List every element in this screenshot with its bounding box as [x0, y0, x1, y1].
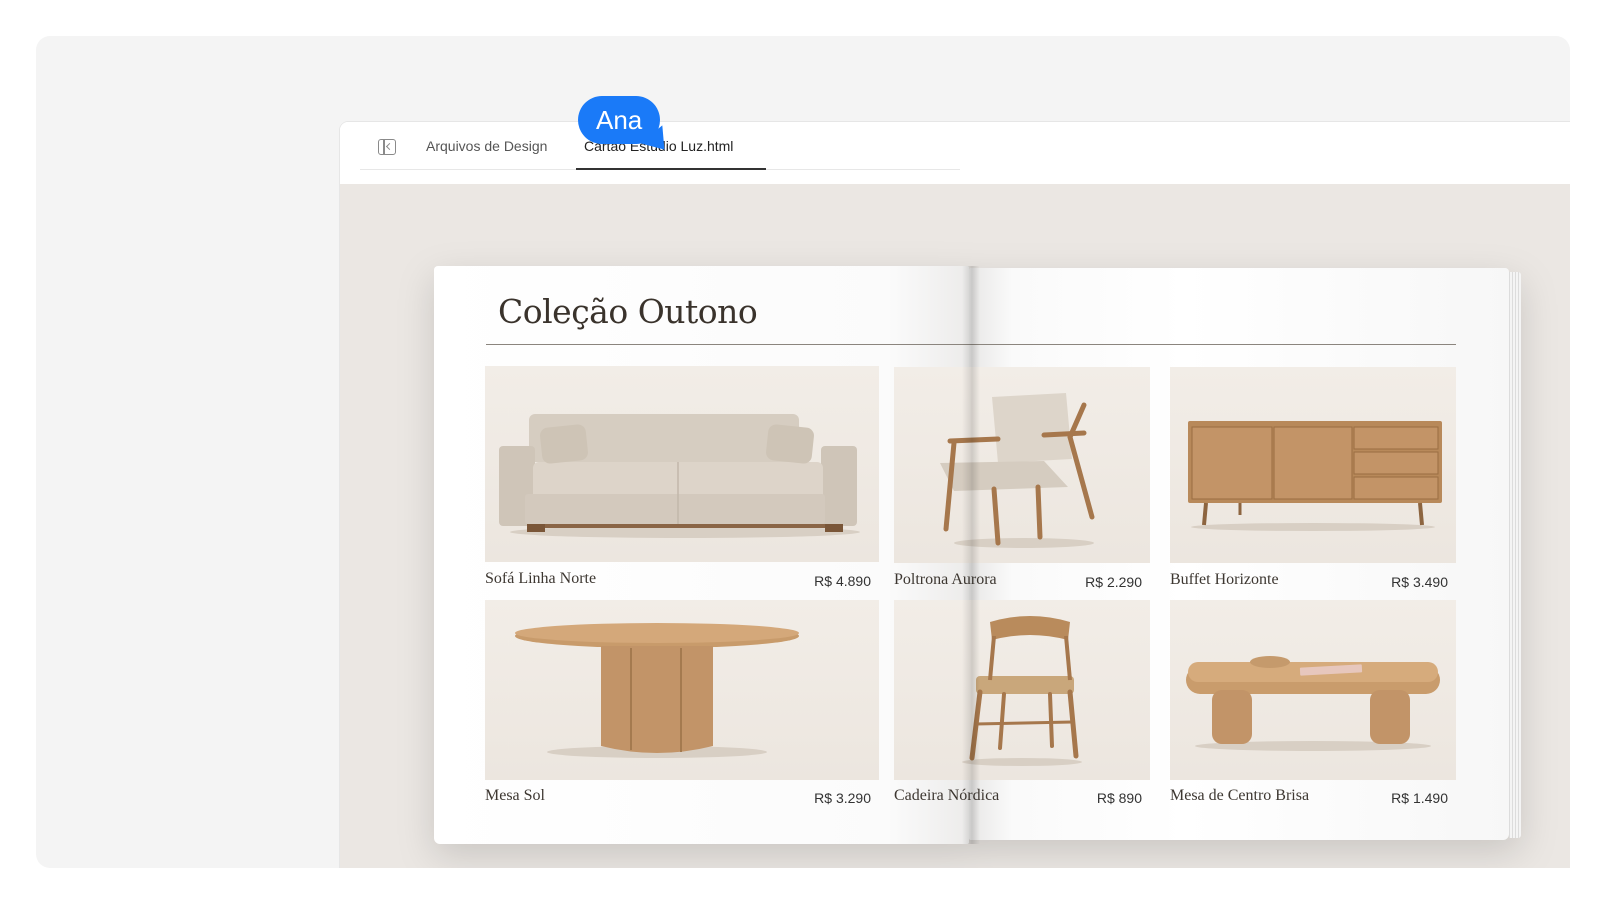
sofa-icon [499, 414, 860, 538]
sideboard-photo [1170, 367, 1456, 563]
product-price: R$ 890 [1096, 790, 1142, 806]
product-price: R$ 4.890 [814, 573, 871, 589]
product-card[interactable]: Buffet Horizonte R$ 3.490 [1170, 367, 1456, 597]
round-table-icon [515, 623, 799, 758]
round-table-photo [485, 600, 879, 780]
product-name: Sofá Linha Norte [485, 570, 597, 587]
product-card[interactable]: Sofá Linha Norte R$ 4.890 [485, 366, 879, 596]
product-name: Poltrona Aurora [894, 571, 997, 588]
tab-design-files[interactable]: Arquivos de Design [426, 136, 547, 170]
tab-bar: Arquivos de Design Cartão Estúdio Luz.ht… [340, 122, 1570, 184]
book-spine [962, 266, 980, 844]
product-name: Buffet Horizonte [1170, 571, 1279, 588]
sofa-photo [485, 366, 879, 562]
product-price: R$ 2.290 [1085, 574, 1142, 590]
catalog-title: Coleção Outono [498, 292, 758, 331]
chair-icon [962, 616, 1082, 766]
design-canvas: Coleção Outono Sofá Linha Norte R$ 4.890… [340, 184, 1570, 868]
product-card[interactable]: Mesa Sol R$ 3.290 [485, 600, 879, 814]
product-card[interactable]: Mesa de Centro Brisa R$ 1.490 [1170, 600, 1456, 814]
catalog-book: Coleção Outono Sofá Linha Norte R$ 4.890… [434, 266, 1524, 844]
product-card[interactable]: Cadeira Nórdica R$ 890 [894, 600, 1150, 814]
coffee-table-photo [1170, 600, 1456, 780]
chair-photo [894, 600, 1150, 780]
product-price: R$ 1.490 [1391, 790, 1448, 806]
coffee-table-icon [1186, 656, 1440, 751]
sideboard-icon [1188, 421, 1442, 531]
armchair-photo [894, 367, 1150, 563]
armchair-icon [940, 393, 1095, 548]
editor-window: Arquivos de Design Cartão Estúdio Luz.ht… [340, 122, 1570, 868]
product-price: R$ 3.290 [814, 790, 871, 806]
product-price: R$ 3.490 [1391, 574, 1448, 590]
sidebar-toggle-icon[interactable] [378, 139, 396, 155]
product-name: Cadeira Nórdica [894, 787, 1000, 804]
page-edges [1509, 272, 1521, 838]
product-name: Mesa Sol [485, 787, 545, 804]
product-card[interactable]: Poltrona Aurora R$ 2.290 [894, 367, 1150, 597]
product-name: Mesa de Centro Brisa [1170, 787, 1310, 804]
